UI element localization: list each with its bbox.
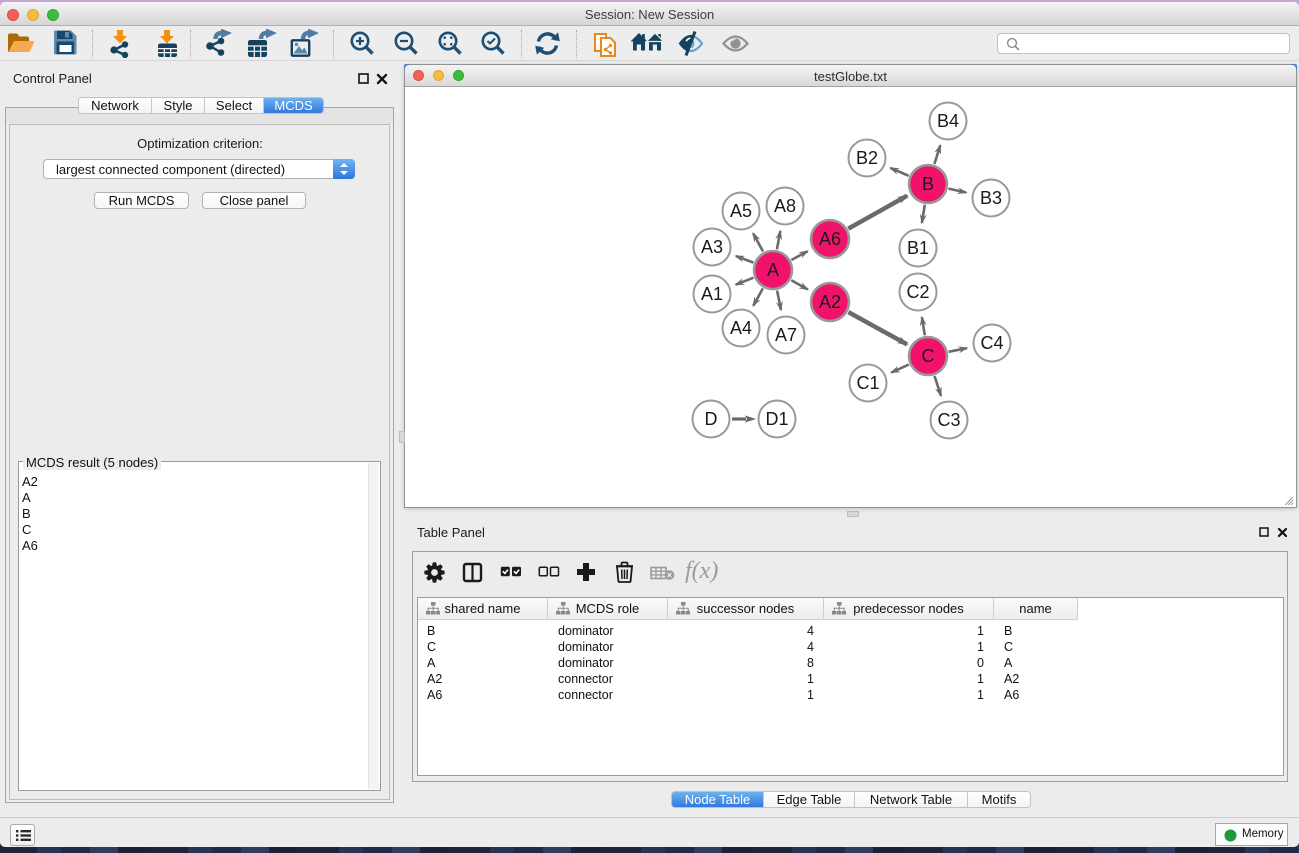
svg-text:B3: B3 [980,188,1002,208]
svg-text:A5: A5 [730,201,752,221]
svg-text:C1: C1 [856,373,879,393]
svg-text:A6: A6 [819,229,841,249]
svg-text:D1: D1 [765,409,788,429]
svg-text:A8: A8 [774,196,796,216]
svg-text:C2: C2 [906,282,929,302]
svg-text:A7: A7 [775,325,797,345]
svg-text:D: D [705,409,718,429]
svg-text:C3: C3 [937,410,960,430]
svg-text:B4: B4 [937,111,959,131]
svg-text:B: B [922,174,934,194]
svg-text:B2: B2 [856,148,878,168]
svg-text:A3: A3 [701,237,723,257]
svg-text:B1: B1 [907,238,929,258]
svg-text:A2: A2 [819,292,841,312]
svg-text:C: C [922,346,935,366]
svg-text:A4: A4 [730,318,752,338]
svg-text:A1: A1 [701,284,723,304]
svg-text:A: A [767,260,779,280]
svg-text:C4: C4 [980,333,1003,353]
